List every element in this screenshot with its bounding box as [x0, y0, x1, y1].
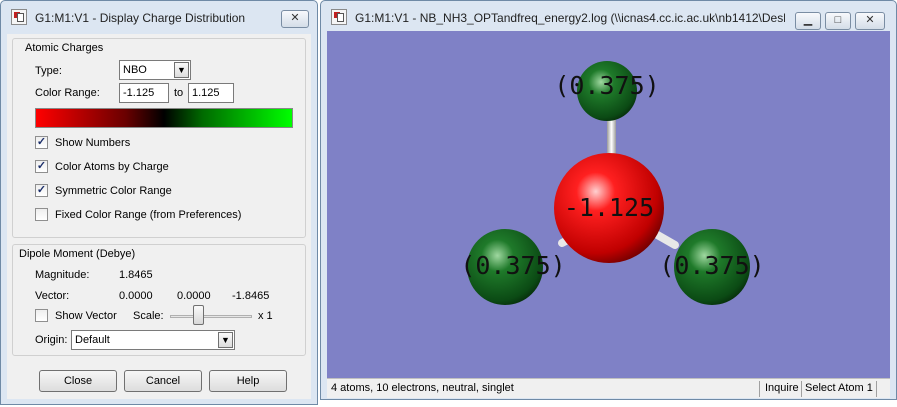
atomic-charges-group-title: Atomic Charges: [25, 42, 104, 54]
viewer-close-button[interactable]: ✕: [855, 12, 885, 30]
gaussview-app-icon: [11, 9, 27, 25]
color-range-max-input[interactable]: 1.125: [188, 83, 234, 103]
show-vector-label: Show Vector: [55, 310, 117, 322]
chevron-down-icon[interactable]: ▼: [218, 332, 233, 348]
atom-n-charge-label: -1.125: [564, 193, 654, 222]
dialog-client-area: Atomic Charges Type: NBO ▼ Color Range: …: [7, 34, 311, 399]
vector-label: Vector:: [35, 290, 70, 302]
molecule-render: (0.375) -1.125 (0.375) (0.375): [460, 61, 765, 305]
vector-y-value: 0.0000: [177, 290, 211, 302]
gaussview-app-icon: [331, 9, 347, 25]
atom-h1-charge-label: (0.375): [554, 71, 659, 100]
magnitude-label: Magnitude:: [35, 269, 90, 281]
dialog-close-button[interactable]: ✕: [281, 10, 309, 28]
status-divider: [801, 381, 802, 397]
checkbox-label-0: Show Numbers: [55, 137, 131, 149]
origin-value: Default: [75, 334, 110, 346]
cancel-button[interactable]: Cancel: [124, 370, 202, 392]
atom-h3-charge-label: (0.375): [659, 251, 764, 280]
type-label: Type:: [35, 65, 62, 77]
origin-label: Origin:: [35, 334, 68, 346]
magnitude-value: 1.8465: [119, 269, 153, 281]
molecule-viewport[interactable]: (0.375) -1.125 (0.375) (0.375): [327, 31, 890, 378]
charge-color-bar: [35, 108, 293, 128]
dialog-title: G1:M1:V1 - Display Charge Distribution: [35, 11, 246, 25]
status-molecule-info: 4 atoms, 10 electrons, neutral, singlet: [331, 382, 514, 394]
maximize-button[interactable]: □: [825, 12, 851, 30]
molecule-view-window: G1:M1:V1 - NB_NH3_OPTandfreq_energy2.log…: [320, 0, 897, 400]
checkbox-1[interactable]: ✓: [35, 160, 48, 173]
checkbox-2[interactable]: ✓: [35, 184, 48, 197]
color-range-min-input[interactable]: -1.125: [119, 83, 169, 103]
vector-z-value: -1.8465: [232, 290, 270, 302]
status-divider: [876, 381, 877, 397]
bond-n-h1: [607, 117, 616, 157]
checkbox-label-3: Fixed Color Range (from Preferences): [55, 209, 242, 221]
chevron-down-icon[interactable]: ▼: [174, 62, 189, 78]
bond-n-h3: [650, 229, 679, 249]
status-mode: Inquire: [765, 382, 799, 394]
scale-value: x 1: [258, 310, 273, 322]
vector-x-value: 0.0000: [119, 290, 153, 302]
dialog-titlebar[interactable]: G1:M1:V1 - Display Charge Distribution ✕: [1, 1, 317, 31]
minimize-button[interactable]: ▁: [795, 12, 821, 30]
status-bar: 4 atoms, 10 electrons, neutral, singlet …: [327, 378, 890, 398]
scale-label: Scale:: [133, 310, 164, 322]
charge-distribution-dialog: G1:M1:V1 - Display Charge Distribution ✕…: [0, 0, 318, 405]
viewer-title: G1:M1:V1 - NB_NH3_OPTandfreq_energy2.log…: [355, 11, 785, 25]
help-button[interactable]: Help: [209, 370, 287, 392]
color-range-label: Color Range:: [35, 87, 100, 99]
origin-select[interactable]: Default ▼: [71, 330, 235, 350]
show-vector-checkbox[interactable]: [35, 309, 48, 322]
status-divider: [759, 381, 760, 397]
viewer-titlebar[interactable]: G1:M1:V1 - NB_NH3_OPTandfreq_energy2.log…: [321, 1, 896, 31]
close-button[interactable]: Close: [39, 370, 117, 392]
charge-type-value: NBO: [123, 64, 147, 76]
scale-slider-track[interactable]: [170, 315, 252, 318]
atom-h2-charge-label: (0.375): [460, 251, 565, 280]
status-selection: Select Atom 1: [805, 382, 873, 394]
checkbox-0[interactable]: ✓: [35, 136, 48, 149]
charge-type-select[interactable]: NBO ▼: [119, 60, 191, 80]
checkbox-label-2: Symmetric Color Range: [55, 185, 172, 197]
dipole-group-title: Dipole Moment (Debye): [19, 248, 136, 260]
range-to-label: to: [174, 87, 184, 99]
checkbox-label-1: Color Atoms by Charge: [55, 161, 169, 173]
checkbox-3[interactable]: [35, 208, 48, 221]
scale-slider-thumb[interactable]: [193, 305, 204, 325]
